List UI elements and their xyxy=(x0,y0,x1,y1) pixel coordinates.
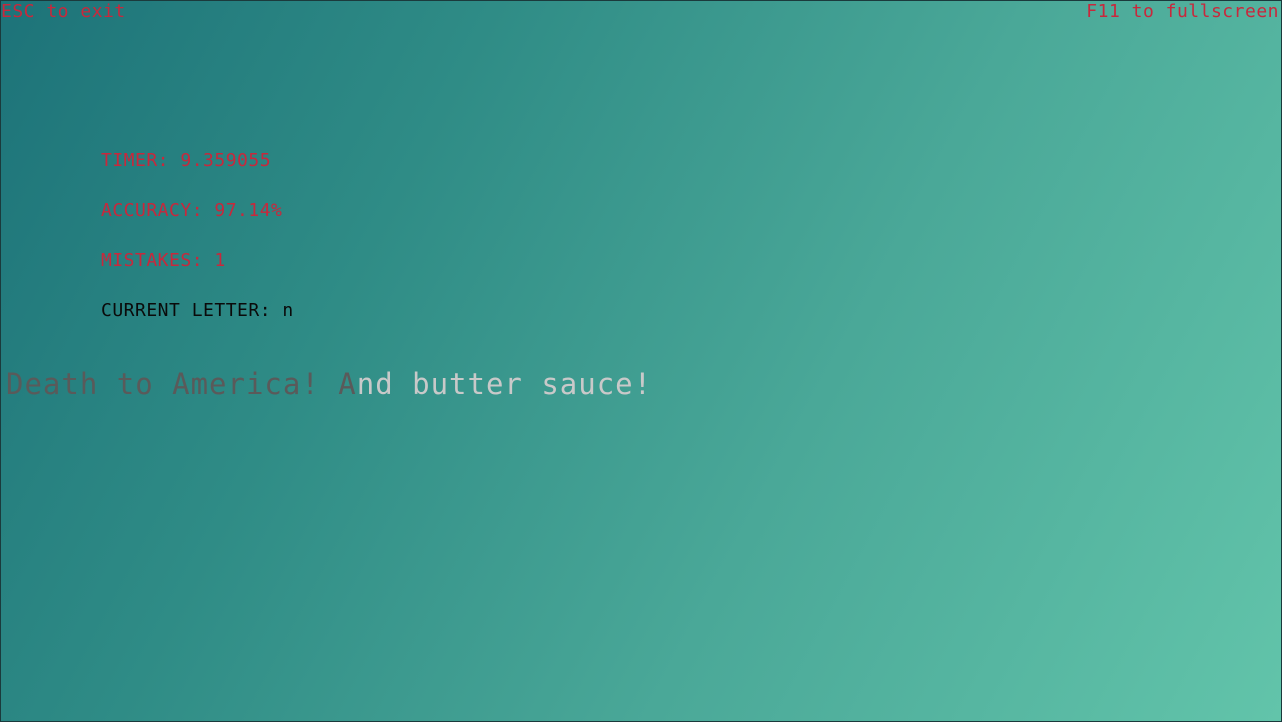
accuracy-stat: ACCURACY: 97.14% xyxy=(101,200,283,221)
typed-text: Death to America! A xyxy=(6,367,357,401)
mistakes-stat: MISTAKES: 1 xyxy=(101,250,226,271)
exit-hint: ESC to exit xyxy=(1,1,126,22)
typing-sentence: Death to America! And butter sauce! xyxy=(6,367,652,401)
remaining-text: nd butter sauce! xyxy=(356,367,653,401)
fullscreen-hint: F11 to fullscreen xyxy=(1086,1,1279,22)
timer-stat: TIMER: 9.359055 xyxy=(101,150,272,171)
current-letter-stat: CURRENT LETTER: n xyxy=(101,300,294,321)
